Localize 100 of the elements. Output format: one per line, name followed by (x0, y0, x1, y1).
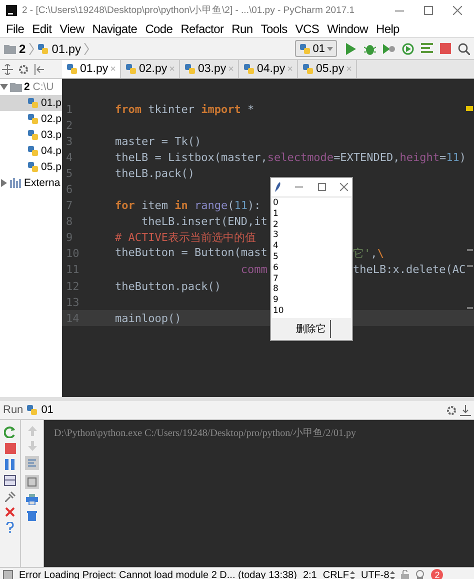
layout-icon[interactable] (4, 475, 16, 486)
line-number: 11 (65, 263, 80, 276)
menu-item[interactable]: View (56, 22, 88, 36)
close-icon[interactable] (453, 6, 462, 14)
list-item[interactable]: 9 (273, 295, 351, 306)
run-icon[interactable] (346, 42, 357, 54)
python-file-icon (298, 42, 311, 54)
search-icon[interactable] (458, 42, 470, 54)
editor-tab[interactable]: 01.py × (62, 60, 121, 78)
tree-item[interactable]: 2 C:\U (24, 81, 54, 93)
tool-window-icon[interactable] (3, 570, 13, 579)
tree-item[interactable]: 02.p (0, 111, 62, 127)
trash-icon[interactable] (27, 510, 37, 521)
line-number: 3 (65, 134, 74, 148)
code-line: theLB = Listbox(master,selectmode=EXTENDED,height=11) (115, 150, 466, 164)
menu-item[interactable]: Run (228, 22, 257, 36)
line-number: 6 (65, 183, 74, 196)
python-file-icon (184, 63, 196, 75)
rerun-icon[interactable] (4, 426, 16, 438)
console-output: D:\Python\python.exe C:/Users/19248/Desktop/pro/python/小甲鱼/2/01.py (54, 428, 356, 439)
python-file-icon (27, 145, 39, 157)
pin-icon[interactable] (4, 491, 16, 502)
menu-item[interactable]: VCS (291, 22, 324, 36)
collapse-icon[interactable] (34, 64, 44, 74)
code-line: mainloop() (115, 312, 182, 325)
python-file-icon (27, 129, 39, 141)
pause-icon[interactable] (5, 459, 15, 470)
tree-item[interactable]: 04.p (0, 143, 62, 159)
line-number: 1 (65, 102, 74, 116)
code-line: theButton = Button(mast (115, 246, 268, 260)
line-number: 8 (65, 215, 74, 228)
list-item[interactable]: 10 (273, 306, 351, 317)
expand-arrow-icon[interactable] (0, 179, 8, 187)
menu-item[interactable]: Navigate (88, 22, 142, 36)
caret-position[interactable]: 2:1 (302, 570, 317, 579)
close-icon[interactable] (5, 507, 15, 517)
coverage-icon[interactable] (383, 42, 395, 54)
concurrency-icon[interactable] (421, 43, 433, 54)
maximize-icon[interactable] (424, 6, 433, 14)
list-item[interactable]: 5 (273, 252, 351, 263)
tree-item[interactable]: 05.p (0, 159, 62, 175)
python-file-icon (66, 63, 78, 75)
python-file-icon (27, 97, 39, 109)
chevron-icon (84, 42, 90, 54)
list-item[interactable]: 0 (273, 198, 351, 209)
run-config-dropdown[interactable]: 01 (294, 40, 337, 57)
list-item[interactable]: 4 (273, 241, 351, 252)
list-item[interactable]: 1 (273, 208, 351, 220)
scroll-from-source-icon[interactable] (2, 64, 13, 74)
list-item[interactable]: 3 (273, 230, 351, 242)
python-file-icon (27, 113, 39, 125)
maximize-icon[interactable] (318, 183, 326, 191)
soft-wrap-icon[interactable] (25, 456, 39, 470)
settings-icon[interactable] (446, 404, 457, 416)
menu-item[interactable]: Help (372, 22, 404, 36)
hide-panel-icon[interactable] (460, 404, 471, 416)
code-line: for item in range(11): (115, 199, 261, 212)
code-line: theButton.pack() (115, 280, 221, 293)
python-file-icon (124, 63, 137, 75)
lock-icon[interactable] (401, 570, 410, 579)
line-separator[interactable]: CRLF (322, 570, 349, 579)
line-number: 10 (65, 247, 80, 260)
tree-item[interactable]: Externa (24, 177, 60, 189)
menu-item[interactable]: Code (141, 22, 177, 36)
bug-icon[interactable] (364, 42, 376, 54)
line-number: 2 (65, 118, 74, 132)
menu-item[interactable]: Tools (256, 22, 292, 36)
tree-item[interactable]: 03.p (0, 127, 62, 143)
listbox[interactable]: 0 1 2 3 4 5 6 7 8 9 10 (272, 198, 351, 318)
breadcrumb-item[interactable]: 2 (19, 42, 26, 56)
line-number: 13 (65, 296, 80, 309)
print-icon[interactable] (26, 494, 38, 505)
list-item[interactable]: 2 (273, 220, 351, 230)
breadcrumb-item[interactable]: 01.py (52, 42, 82, 56)
menu-item[interactable]: Edit (28, 22, 56, 36)
list-item[interactable]: 6 (273, 262, 351, 274)
help-icon[interactable] (6, 522, 14, 533)
python-file-icon (36, 42, 49, 54)
code-line: theLB.pack() (115, 166, 194, 180)
menu-item[interactable]: Refactor (176, 22, 228, 36)
expand-arrow-icon[interactable] (0, 83, 8, 91)
code-fragment: theLB:x.delete(AC (353, 263, 466, 276)
library-icon (10, 178, 22, 188)
python-file-icon (27, 161, 39, 173)
tree-item[interactable]: 01.p (0, 95, 62, 111)
close-icon[interactable] (340, 183, 348, 191)
stop-icon[interactable] (4, 443, 16, 454)
file-encoding[interactable]: UTF-8 (360, 570, 390, 579)
profile-icon[interactable] (402, 42, 414, 54)
menu-item[interactable]: File (2, 22, 28, 36)
list-item[interactable]: 8 (273, 284, 351, 296)
scroll-to-end-icon[interactable] (25, 475, 39, 489)
updown-icon (390, 570, 396, 579)
inspector-icon[interactable] (415, 570, 426, 579)
menu-item[interactable]: Window (323, 22, 372, 36)
code-fragment: 它',\ (353, 246, 384, 262)
updown-icon (350, 570, 355, 579)
settings-icon[interactable] (18, 64, 29, 74)
python-file-icon (26, 404, 38, 416)
list-item[interactable]: 7 (273, 274, 351, 284)
